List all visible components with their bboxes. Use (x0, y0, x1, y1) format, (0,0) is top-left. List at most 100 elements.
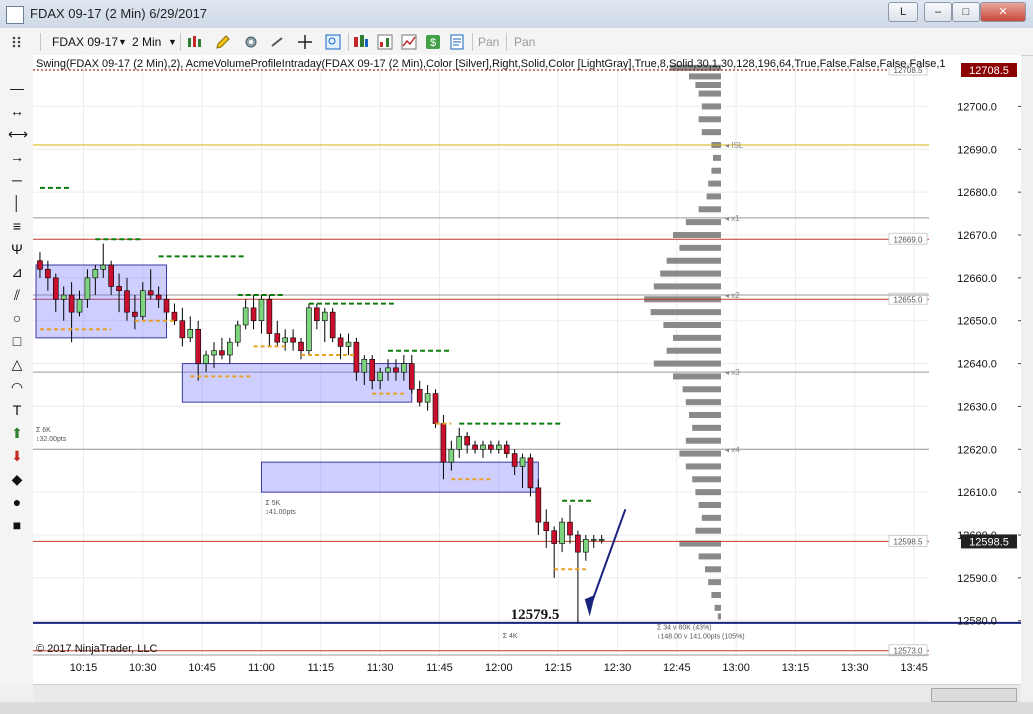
candle-body (456, 436, 463, 450)
vertical-line-icon[interactable]: │ (8, 194, 26, 212)
candle-body (448, 448, 455, 463)
regression-channel-icon[interactable]: ⫽ (8, 286, 26, 304)
arrow-down-icon[interactable]: ⬇ (8, 447, 26, 465)
close-button[interactable]: ✕ (980, 2, 1026, 22)
triangle-icon[interactable]: △ (8, 355, 26, 373)
candle-body (290, 337, 296, 343)
diamond-icon[interactable]: ◆ (8, 470, 26, 488)
pan-button[interactable]: Pan (478, 33, 499, 51)
candle-body (527, 457, 534, 489)
crosshair-icon[interactable] (296, 33, 314, 51)
x-tick-label: 10:30 (129, 662, 157, 674)
chevron-down-icon[interactable]: ▼ (118, 33, 127, 51)
candle-body (211, 350, 217, 356)
value-area-box (181, 363, 413, 403)
dollar-icon[interactable]: $ (424, 33, 442, 51)
toolbar-separator (506, 33, 507, 51)
candle-body (250, 307, 257, 322)
volume-profile-bar (679, 244, 721, 251)
x-tick-label: 11:30 (367, 662, 394, 674)
candle-body (583, 538, 589, 553)
scrollbar-thumb[interactable] (931, 688, 1017, 702)
fibonacci-icon[interactable]: ≡ (8, 217, 26, 235)
volume-profile-bar (698, 502, 721, 508)
candle-body (519, 457, 526, 467)
pencil-icon[interactable] (214, 33, 232, 51)
volume-profile-bar (711, 167, 721, 174)
stat-annotation: Σ 5K (265, 500, 280, 507)
volume-profile-bar (685, 437, 721, 444)
x-tick-label: 12:00 (485, 662, 513, 674)
chart-trader-icon[interactable] (400, 33, 418, 51)
instrument-selector[interactable]: FDAX 09-17 (52, 33, 118, 51)
candle-body (187, 328, 194, 339)
link-icon[interactable] (268, 33, 286, 51)
x-tick-label: 11:45 (426, 662, 453, 674)
x-tick-label: 13:30 (841, 662, 869, 674)
horizontal-line-icon[interactable]: ─ (8, 171, 26, 189)
candle-body (535, 487, 542, 523)
text-icon[interactable]: T (8, 401, 26, 419)
title-bar: FDAX 09-17 (2 Min) 6/29/2017 L – □ ✕ (0, 0, 1033, 29)
maximize-button[interactable]: □ (952, 2, 980, 22)
volume-profile-bar (717, 613, 721, 620)
volume-profile-bar (685, 219, 721, 226)
indicators-icon[interactable] (376, 33, 394, 51)
candle-body (598, 538, 605, 541)
level-label: 12669.0 (894, 235, 923, 244)
candle-body (282, 337, 288, 343)
candle-body (480, 444, 486, 450)
layout-button[interactable]: L (888, 2, 918, 22)
line-icon[interactable]: — (8, 79, 26, 97)
minimize-button[interactable]: – (924, 2, 952, 22)
indicator-header: Swing(FDAX 09-17 (2 Min),2), AcmeVolumeP… (36, 58, 946, 70)
zoom-icon[interactable] (324, 33, 342, 51)
toolbar-separator (348, 33, 349, 51)
candle-body (52, 277, 59, 300)
volume-profile-bar (653, 360, 721, 367)
svg-text:$: $ (430, 37, 436, 49)
candle-body (227, 341, 233, 356)
stat-annotation: ↕41.00pts (265, 509, 296, 516)
level-label: 12573.0 (894, 647, 923, 656)
bar-type-icon[interactable] (186, 33, 204, 51)
volume-profile-bar (682, 386, 721, 393)
chevron-down-icon[interactable]: ▼ (168, 33, 177, 51)
interval-selector[interactable]: 2 Min (132, 33, 161, 51)
copyright-text: © 2017 NinjaTrader, LLC (36, 643, 157, 655)
price-chart[interactable]: 12708.5 ◂ ISL ◂ x1 12669.0 12655.0 ◂ x2 ◂ x3 ◂ … (33, 55, 1021, 685)
ellipse-icon[interactable]: ○ (8, 309, 26, 327)
stat-annotation: Σ 4K (503, 633, 518, 640)
volume-profile-bar (685, 463, 721, 470)
candle-body (590, 538, 597, 541)
volume-profile-bar (673, 232, 721, 238)
chart-toolbar: FDAX 09-17 ▼ 2 Min ▼ $ Pan Pan (0, 28, 1033, 56)
extended-line-icon[interactable]: ⟷ (8, 125, 28, 143)
candle-body (179, 320, 186, 339)
ray-icon[interactable]: ↔ (8, 102, 26, 120)
toolbar-separator (180, 33, 181, 51)
volume-profile-bar (692, 476, 721, 483)
gann-fan-icon[interactable]: ⊿ (8, 263, 26, 281)
x-tick-label: 12:30 (604, 662, 632, 674)
andrews-pitchfork-icon[interactable]: Ψ (8, 240, 26, 258)
rectangle-icon[interactable]: □ (8, 332, 26, 350)
volume-profile-bar (698, 553, 721, 560)
strategies-icon[interactable] (352, 33, 370, 51)
volume-profile-bar (695, 527, 721, 534)
horizontal-scrollbar[interactable] (33, 684, 1021, 703)
candle-body (298, 341, 304, 352)
arc-icon[interactable]: ◠ (8, 378, 26, 396)
arrow-line-icon[interactable]: → (8, 148, 26, 166)
data-box-icon[interactable] (448, 33, 466, 51)
candle-body (369, 358, 376, 382)
dot-icon[interactable]: ● (8, 493, 26, 511)
square-icon[interactable]: ■ (8, 516, 26, 534)
pan-button[interactable]: Pan (514, 33, 535, 51)
candle-body (464, 436, 470, 446)
properties-icon[interactable] (242, 33, 260, 51)
arrow-up-icon[interactable]: ⬆ (8, 424, 26, 442)
value-area-box (260, 461, 539, 493)
candle-body (385, 367, 391, 373)
volume-profile-bar (653, 283, 721, 290)
